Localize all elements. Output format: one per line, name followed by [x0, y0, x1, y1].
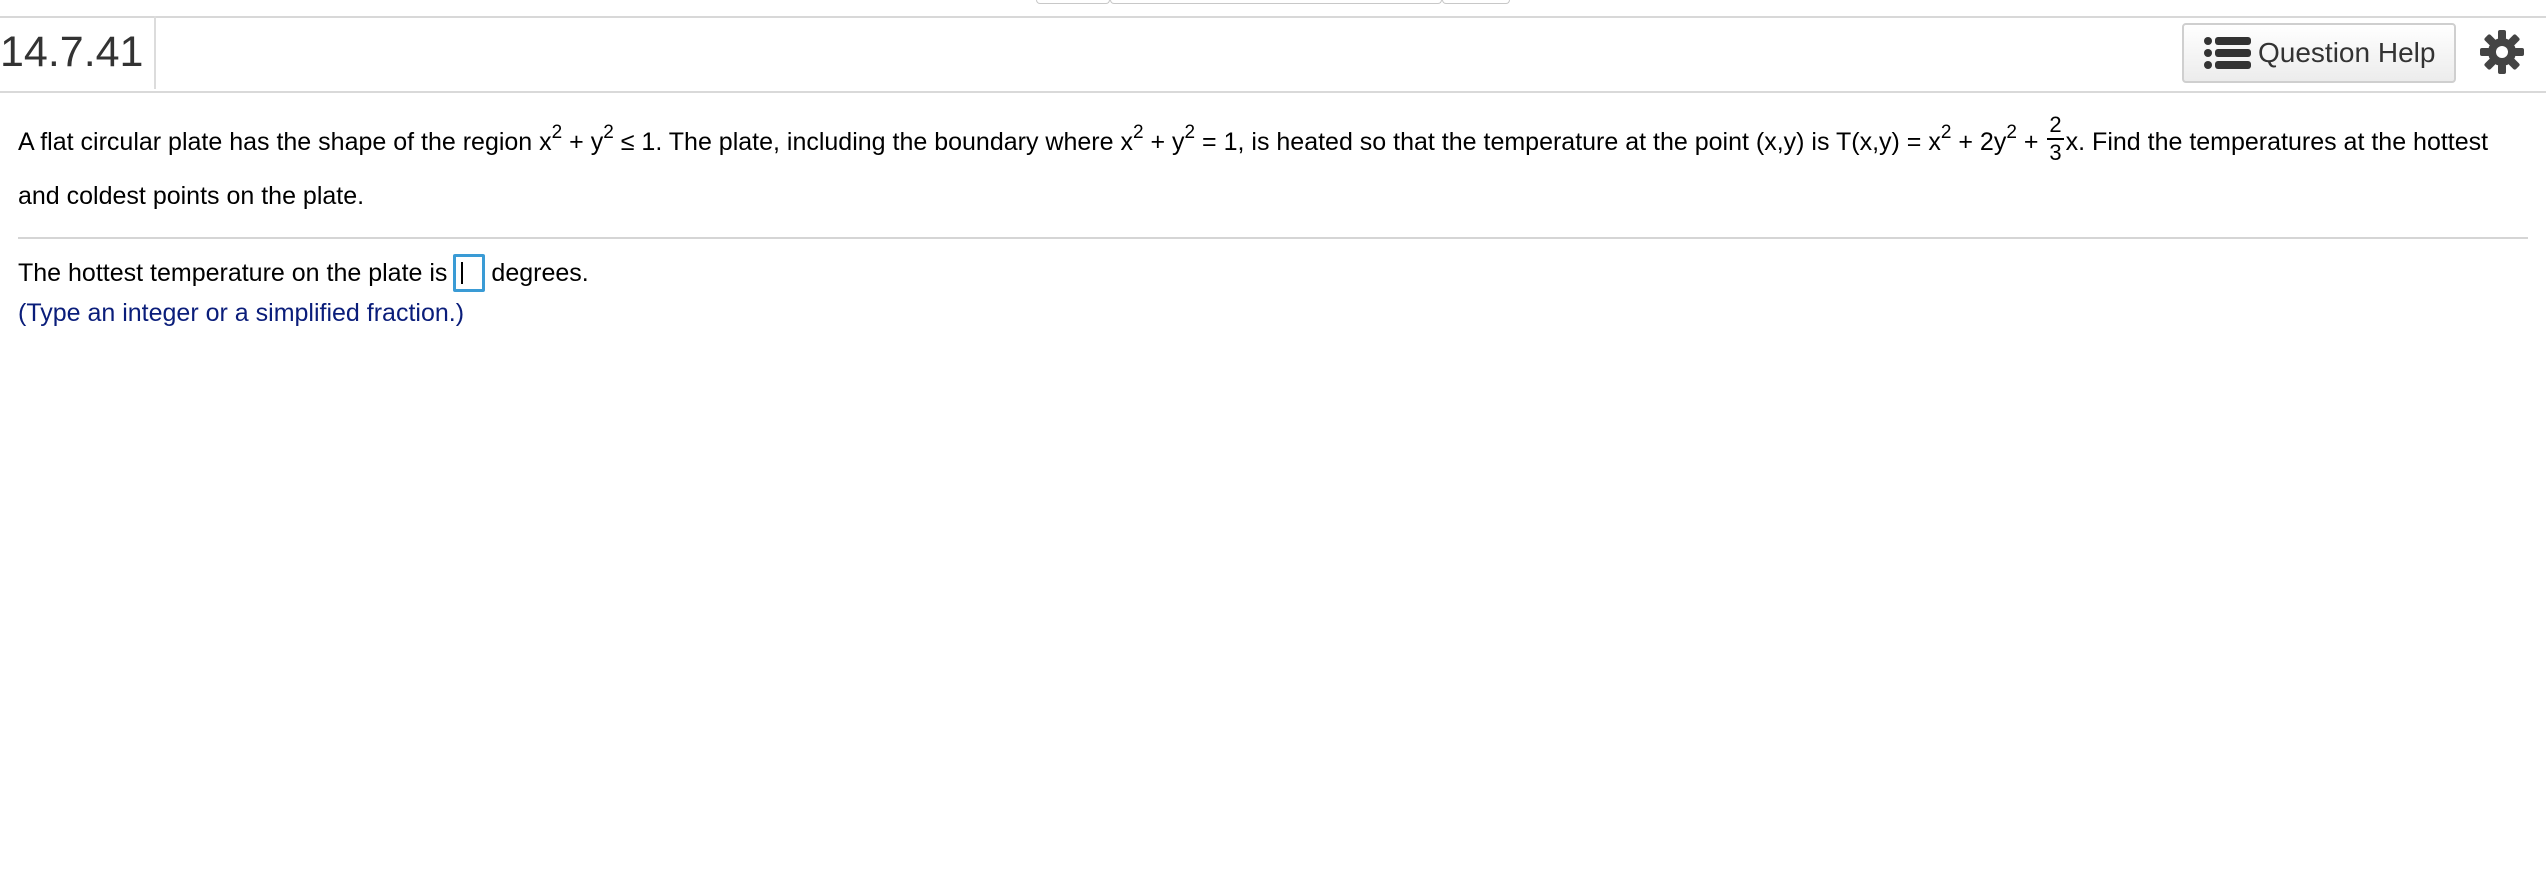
question-number: 14.7.41: [0, 16, 156, 89]
text-caret: [461, 262, 464, 284]
divider: [18, 237, 2528, 239]
answer-hint: (Type an integer or a simplified fractio…: [18, 299, 465, 327]
list-icon: [2204, 37, 2251, 69]
fraction: 23: [2047, 112, 2064, 166]
top-tab[interactable]: [1442, 0, 1510, 4]
problem-statement: A flat circular plate has the shape of t…: [18, 112, 2489, 211]
gear-icon[interactable]: [2478, 28, 2526, 76]
answer-prefix: The hottest temperature on the plate is: [18, 259, 448, 287]
question-help-button[interactable]: Question Help: [2182, 23, 2456, 83]
question-header: 14.7.41 Question Help: [0, 16, 2546, 93]
top-tab[interactable]: [1036, 0, 1110, 4]
answer-suffix: degrees.: [491, 259, 589, 287]
answer-line: The hottest temperature on the plate is …: [18, 253, 589, 293]
answer-input[interactable]: [453, 254, 486, 292]
top-tab[interactable]: [1110, 0, 1442, 4]
question-help-label: Question Help: [2258, 37, 2436, 68]
